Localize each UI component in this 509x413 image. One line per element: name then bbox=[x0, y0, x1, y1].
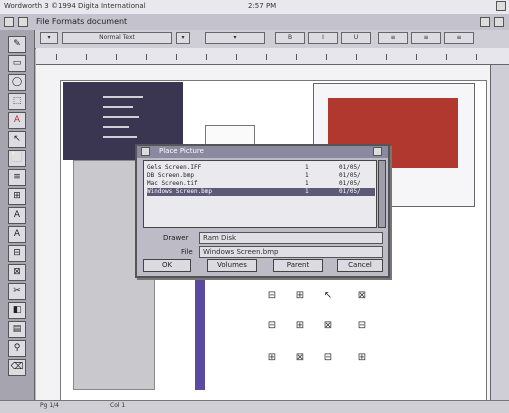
align-center-button[interactable]: ≡ bbox=[411, 32, 441, 44]
list-item[interactable]: Mac Screen.tif 1 01/05/ bbox=[147, 180, 375, 188]
vertical-scrollbar[interactable] bbox=[490, 65, 509, 400]
column-tool-icon[interactable]: ⊟ bbox=[8, 245, 26, 262]
grid-icon: ⊞ bbox=[267, 352, 277, 363]
drawer-field[interactable]: Ram Disk bbox=[199, 232, 383, 244]
icon-grid-frame[interactable]: ⊟ ⊞ ↖ ⊠ ⊟ ⊞ ⊠ ⊟ ⊞ ⊠ ⊟ ⊞ bbox=[260, 278, 380, 388]
font-selector[interactable]: ▾ bbox=[205, 32, 265, 44]
box-tool-icon[interactable]: ⬜ bbox=[8, 150, 26, 167]
underline-button[interactable]: U bbox=[341, 32, 371, 44]
grid-icon: ⊞ bbox=[357, 352, 367, 363]
cut-tool-icon[interactable]: ✂ bbox=[8, 283, 26, 300]
table-tool-icon[interactable]: ⊞ bbox=[8, 188, 26, 205]
screen-title-bar: Wordworth 3 ©1994 Digita International 2… bbox=[0, 0, 509, 15]
column-indicator: Col 1 bbox=[110, 402, 126, 409]
list-item[interactable]: Gels Screen.IFF 1 01/05/ bbox=[147, 164, 375, 172]
picture-frame-edge[interactable] bbox=[195, 280, 205, 390]
drawer-label: Drawer bbox=[163, 234, 189, 242]
volumes-button[interactable]: Volumes bbox=[207, 259, 257, 272]
caps-tool-icon[interactable]: A bbox=[8, 226, 26, 243]
style-dropdown[interactable]: ▾ bbox=[176, 32, 190, 44]
file-field[interactable]: Windows Screen.bmp bbox=[199, 246, 383, 258]
dialog-depth-button[interactable] bbox=[373, 147, 382, 156]
grid-icon: ⊟ bbox=[357, 320, 367, 331]
window-title-bar[interactable]: File Formats document bbox=[0, 14, 509, 31]
bold-button[interactable]: B bbox=[275, 32, 305, 44]
status-bar: Pg 1/4 Col 1 bbox=[0, 400, 509, 413]
clock: 2:57 PM bbox=[248, 2, 277, 10]
file-label: File bbox=[181, 248, 193, 256]
grid-icon: ⊞ bbox=[295, 320, 305, 331]
screen-title: Wordworth 3 ©1994 Digita International bbox=[4, 2, 146, 10]
list-item-selected[interactable]: Windows Screen.bmp 1 01/05/ bbox=[147, 188, 375, 196]
frame-tool-icon[interactable]: ⬚ bbox=[8, 93, 26, 110]
grid-icon: ⊟ bbox=[323, 352, 333, 363]
dialog-close-button[interactable] bbox=[141, 147, 150, 156]
screen-depth-button[interactable] bbox=[496, 1, 506, 11]
toolbox: ✎ ▭ ◯ ⬚ A ↖ ⬜ ≡ ⊞ A A ⊟ ⊠ ✂ ◧ ▤ ⚲ ⌫ bbox=[0, 30, 35, 412]
zoom-tool-icon[interactable]: ⚲ bbox=[8, 340, 26, 357]
menu-button[interactable] bbox=[18, 17, 28, 27]
file-list-scrollbar[interactable] bbox=[378, 160, 386, 228]
close-button[interactable] bbox=[4, 17, 14, 27]
grid-tool-icon[interactable]: ▤ bbox=[8, 321, 26, 338]
dialog-title: Place Picture bbox=[159, 147, 204, 155]
ruler[interactable] bbox=[36, 48, 509, 65]
ok-button[interactable]: OK bbox=[143, 259, 191, 272]
rect-tool-icon[interactable]: ▭ bbox=[8, 55, 26, 72]
dialog-title-bar[interactable]: Place Picture bbox=[137, 146, 388, 158]
fill-tool-icon[interactable]: ◧ bbox=[8, 302, 26, 319]
style-menu-button[interactable]: ▾ bbox=[40, 32, 58, 44]
list-item[interactable]: DB Screen.bmp 1 01/05/ bbox=[147, 172, 375, 180]
delete-tool-icon[interactable]: ⌫ bbox=[8, 359, 26, 376]
cancel-button[interactable]: Cancel bbox=[337, 259, 383, 272]
file-list[interactable]: Gels Screen.IFF 1 01/05/ DB Screen.bmp 1… bbox=[143, 160, 377, 228]
text-tool-icon[interactable]: A bbox=[8, 112, 26, 129]
font-tool-icon[interactable]: A bbox=[8, 207, 26, 224]
italic-button[interactable]: I bbox=[308, 32, 338, 44]
align-left-button[interactable]: ≡ bbox=[378, 32, 408, 44]
align-right-button[interactable]: ≡ bbox=[444, 32, 474, 44]
grid-icon: ⊟ bbox=[267, 290, 277, 301]
parent-button[interactable]: Parent bbox=[273, 259, 323, 272]
grid-icon: ⊠ bbox=[295, 352, 305, 363]
style-selector[interactable]: Normal Text bbox=[62, 32, 172, 44]
grid-icon: ↖ bbox=[323, 290, 333, 301]
grid-icon: ⊟ bbox=[267, 320, 277, 331]
pointer-tool-icon[interactable]: ↖ bbox=[8, 131, 26, 148]
depth-button[interactable] bbox=[494, 17, 504, 27]
place-picture-dialog: Place Picture Gels Screen.IFF 1 01/05/ D… bbox=[135, 144, 390, 278]
picture-tool-icon[interactable]: ⊠ bbox=[8, 264, 26, 281]
pen-tool-icon[interactable]: ✎ bbox=[8, 36, 26, 53]
zoom-button[interactable] bbox=[480, 17, 490, 27]
window-title: File Formats document bbox=[36, 17, 128, 26]
list-tool-icon[interactable]: ≡ bbox=[8, 169, 26, 186]
format-toolbar: ▾ Normal Text ▾ ▾ B I U ≡ ≡ ≡ bbox=[0, 30, 509, 49]
grid-icon: ⊠ bbox=[323, 320, 333, 331]
grid-icon: ⊞ bbox=[295, 290, 305, 301]
page-indicator: Pg 1/4 bbox=[40, 402, 59, 409]
grid-icon: ⊠ bbox=[357, 290, 367, 301]
ellipse-tool-icon[interactable]: ◯ bbox=[8, 74, 26, 91]
